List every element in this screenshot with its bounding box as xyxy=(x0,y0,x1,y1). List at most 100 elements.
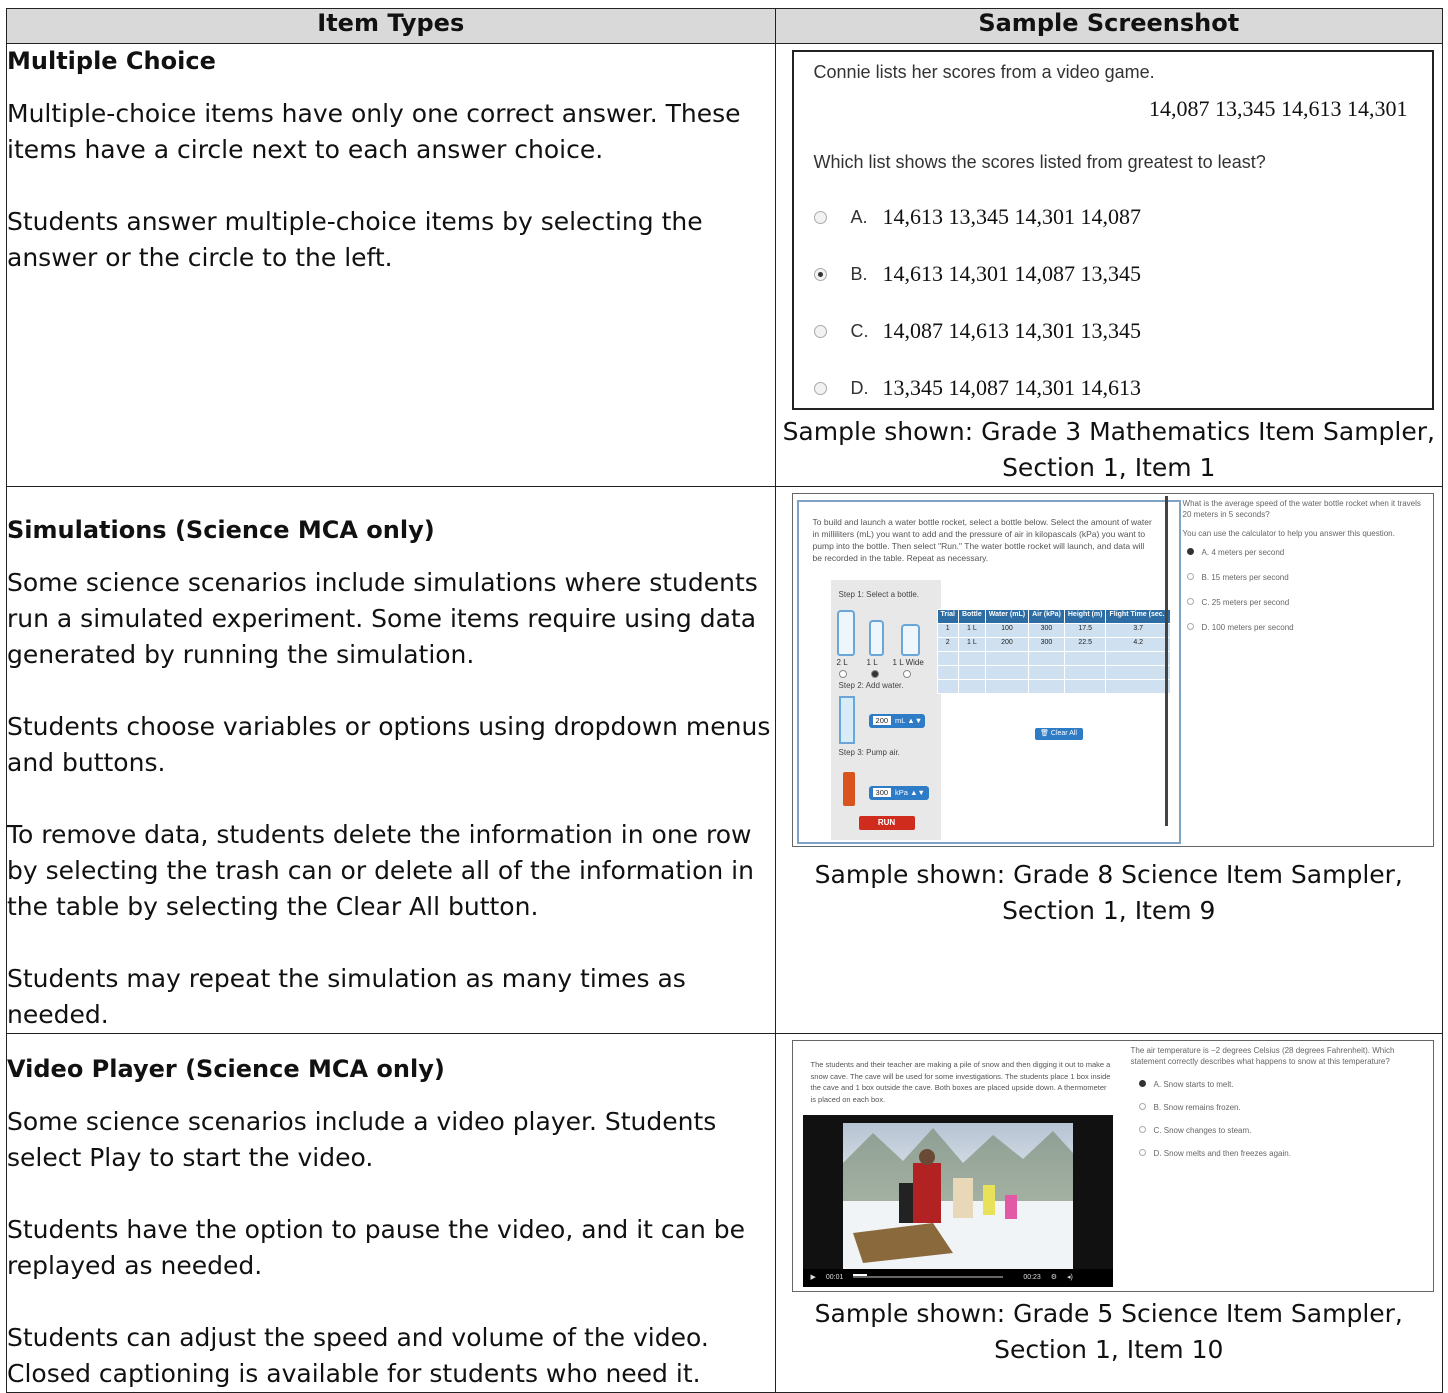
radio-icon[interactable] xyxy=(1138,1103,1146,1110)
elapsed-time: 00:01 xyxy=(825,1274,844,1281)
video-controls: ▶ 00:01 00:23 ⚙ ◂) xyxy=(802,1269,1113,1287)
video-player-p2: Students have the option to pause the vi… xyxy=(7,1215,746,1280)
video-player-description: Video Player (Science MCA only) Some sci… xyxy=(6,1033,776,1393)
graduated-cylinder-icon xyxy=(838,696,855,744)
pane-divider[interactable] xyxy=(1164,496,1168,826)
simulation-screenshot: To build and launch a water bottle rocke… xyxy=(791,493,1434,847)
bottle-radio-2l[interactable] xyxy=(838,670,847,678)
multiple-choice-title: Multiple Choice xyxy=(7,47,216,75)
sim-calc-note: You can use the calculator to help you a… xyxy=(1182,529,1395,538)
table-row-empty xyxy=(936,651,1171,666)
video-option-b[interactable]: B. Snow remains frozen. xyxy=(1131,1102,1427,1113)
simulations-caption: Sample shown: Grade 8 Science Item Sampl… xyxy=(814,860,1403,925)
radio-icon[interactable] xyxy=(1186,598,1194,605)
simulation-data-table: Trial Bottle Water (mL) Air (kPa) Height… xyxy=(936,609,1171,694)
simulation-question-pane: What is the average speed of the water b… xyxy=(1183,498,1429,633)
radio-icon[interactable] xyxy=(813,210,827,224)
bottle-label-1l-wide: 1 L Wide xyxy=(892,658,924,667)
table-row-empty xyxy=(936,679,1171,694)
multiple-choice-p1: Multiple-choice items have only one corr… xyxy=(7,99,741,164)
bottle-label-1l: 1 L xyxy=(866,658,878,667)
clear-all-button[interactable]: 🗑 Clear All xyxy=(1034,728,1083,740)
simulations-p3: To remove data, students delete the info… xyxy=(7,820,754,921)
radio-icon[interactable] xyxy=(813,324,827,338)
radio-selected-icon[interactable] xyxy=(1186,548,1194,555)
radio-icon[interactable] xyxy=(1138,1126,1146,1133)
radio-icon[interactable] xyxy=(1138,1149,1146,1156)
mc-option-b[interactable]: B. 14,613 14,301 14,087 13,345 xyxy=(813,261,1141,287)
table-header-row: Trial Bottle Water (mL) Air (kPa) Height… xyxy=(936,609,1171,624)
row-multiple-choice: Multiple Choice Multiple-choice items ha… xyxy=(6,43,1444,487)
air-pressure-spinner[interactable]: 300 kPa ▲▼ xyxy=(868,786,929,800)
simulations-p4: Students may repeat the simulation as ma… xyxy=(7,964,686,1029)
video-option-c[interactable]: C. Snow changes to steam. xyxy=(1131,1125,1427,1136)
simulations-p2: Students choose variables or options usi… xyxy=(7,712,771,777)
radio-selected-icon[interactable] xyxy=(813,267,827,281)
snow-scene-image xyxy=(842,1128,1073,1269)
multiple-choice-screenshot: Connie lists her scores from a video gam… xyxy=(791,50,1434,410)
bottle-1l-wide-icon[interactable] xyxy=(900,624,920,656)
sim-option-c[interactable]: C. 25 meters per second xyxy=(1183,597,1429,608)
video-question-pane: The air temperature is −2 degrees Celsiu… xyxy=(1131,1045,1427,1159)
air-pump-icon xyxy=(842,772,855,806)
bottle-1l-icon[interactable] xyxy=(868,620,884,656)
simulations-description: Simulations (Science MCA only) Some scie… xyxy=(6,486,776,1034)
water-amount-spinner[interactable]: 200 mL ▲▼ xyxy=(868,714,925,728)
sim-option-b[interactable]: B. 15 meters per second xyxy=(1183,572,1429,583)
table-row-empty xyxy=(936,665,1171,680)
step2-label: Step 2: Add water. xyxy=(838,681,904,690)
mc-option-c[interactable]: C. 14,087 14,613 14,301 13,345 xyxy=(813,318,1141,344)
table-row: 2 1 L 200 300 22.5 4.2 xyxy=(936,637,1171,652)
mc-question: Which list shows the scores listed from … xyxy=(813,152,1266,172)
radio-selected-icon[interactable] xyxy=(1138,1080,1146,1087)
sim-option-d[interactable]: D. 100 meters per second xyxy=(1183,622,1429,633)
video-player-title: Video Player (Science MCA only) xyxy=(7,1055,445,1083)
sim-question: What is the average speed of the water b… xyxy=(1182,499,1421,519)
row-simulations: Simulations (Science MCA only) Some scie… xyxy=(6,486,1444,1034)
multiple-choice-sample-cell: Connie lists her scores from a video gam… xyxy=(774,43,1444,487)
sim-option-a[interactable]: A. 4 meters per second xyxy=(1183,547,1429,558)
bottle-2l-icon[interactable] xyxy=(836,610,855,656)
video-player-caption: Sample shown: Grade 5 Science Item Sampl… xyxy=(814,1299,1403,1364)
multiple-choice-caption: Sample shown: Grade 3 Mathematics Item S… xyxy=(782,417,1435,482)
mc-option-d[interactable]: D. 13,345 14,087 14,301 14,613 xyxy=(813,375,1141,401)
item-types-table: Item Types Sample Screenshot Multiple Ch… xyxy=(6,8,1444,1393)
radio-icon[interactable] xyxy=(1186,573,1194,580)
video-option-a[interactable]: A. Snow starts to melt. xyxy=(1131,1079,1427,1090)
seek-bar[interactable] xyxy=(853,1274,1004,1279)
header-sample-screenshot: Sample Screenshot xyxy=(774,8,1444,44)
simulations-p1: Some science scenarios include simulatio… xyxy=(7,568,758,669)
run-button[interactable]: RUN xyxy=(858,816,915,830)
mc-stem: Connie lists her scores from a video gam… xyxy=(813,62,1155,82)
simulation-controls: Step 1: Select a bottle. 2 L 1 L 1 L Wid… xyxy=(830,580,941,840)
bottle-radio-1l-wide[interactable] xyxy=(902,670,911,678)
play-icon[interactable]: ▶ xyxy=(811,1274,816,1281)
simulation-intro: To build and launch a water bottle rocke… xyxy=(812,517,1152,563)
radio-icon[interactable] xyxy=(813,381,827,395)
video-player[interactable]: ▶ 00:01 00:23 ⚙ ◂) xyxy=(802,1115,1113,1287)
video-player-p1: Some science scenarios include a video p… xyxy=(7,1107,717,1172)
gear-icon[interactable]: ⚙ xyxy=(1051,1274,1057,1281)
header-item-types: Item Types xyxy=(6,8,776,44)
step3-label: Step 3: Pump air. xyxy=(838,748,900,757)
simulations-sample-cell: To build and launch a water bottle rocke… xyxy=(774,486,1444,1034)
video-player-sample-cell: The students and their teacher are makin… xyxy=(774,1033,1444,1393)
video-option-d[interactable]: D. Snow melts and then freezes again. xyxy=(1131,1148,1427,1159)
video-screenshot: The students and their teacher are makin… xyxy=(791,1040,1434,1292)
step1-label: Step 1: Select a bottle. xyxy=(838,590,920,599)
simulation-stimulus-pane: To build and launch a water bottle rocke… xyxy=(796,500,1181,844)
header-row: Item Types Sample Screenshot xyxy=(6,8,1444,44)
volume-icon[interactable]: ◂) xyxy=(1067,1274,1073,1281)
total-time: 00:23 xyxy=(1023,1274,1041,1281)
video-intro: The students and their teacher are makin… xyxy=(810,1060,1111,1104)
video-player-p3: Students can adjust the speed and volume… xyxy=(7,1323,709,1388)
video-question: The air temperature is −2 degrees Celsiu… xyxy=(1130,1046,1395,1066)
multiple-choice-p2: Students answer multiple-choice items by… xyxy=(7,207,703,272)
mc-score-list: 14,087 13,345 14,613 14,301 xyxy=(1149,96,1408,121)
simulations-title: Simulations (Science MCA only) xyxy=(7,516,435,544)
multiple-choice-description: Multiple Choice Multiple-choice items ha… xyxy=(6,43,776,487)
bottle-radio-1l[interactable] xyxy=(870,670,879,678)
video-frame xyxy=(842,1123,1073,1269)
radio-icon[interactable] xyxy=(1186,623,1194,630)
mc-option-a[interactable]: A. 14,613 13,345 14,301 14,087 xyxy=(813,204,1141,230)
